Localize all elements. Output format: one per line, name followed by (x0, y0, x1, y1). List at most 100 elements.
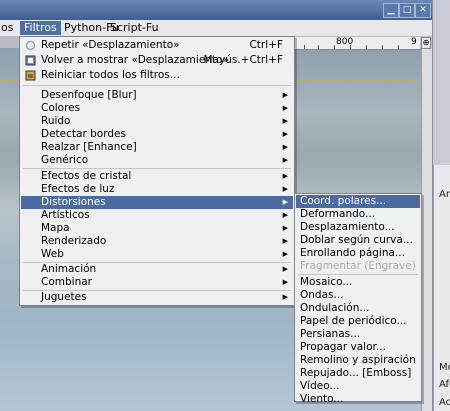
menu-item-label: Volver a mostrar «Desplazamiento» (41, 54, 229, 66)
menu-item-label: Vídeo... (300, 380, 340, 392)
submenu-item-mosaico[interactable]: Mosaico... (296, 276, 420, 289)
menu-item-label: Desenfoque [Blur] (41, 89, 137, 101)
submenu-item-doblar-curva[interactable]: Doblar según curva... (296, 234, 420, 247)
submenu-arrow-icon: ▶ (282, 156, 288, 164)
menu-item-mapa[interactable]: Mapa ▶ (21, 222, 293, 235)
menu-item-label: Propagar valor... (300, 341, 386, 353)
horizontal-ruler: 800 9 (292, 37, 420, 50)
navigate-button[interactable]: ⊕ (421, 37, 431, 49)
submenu-item-repujado[interactable]: Repujado... [Emboss] (296, 367, 420, 380)
menu-item-label: Efectos de cristal (41, 170, 132, 182)
menu-item-label: Persianas... (300, 328, 361, 340)
right-panel-label: Ac (439, 397, 450, 408)
submenu-item-remolino[interactable]: Remolino y aspiración (296, 354, 420, 367)
submenu-arrow-icon: ▶ (282, 104, 288, 112)
menu-item-renderizado[interactable]: Renderizado ▶ (21, 235, 293, 248)
submenu-item-papel-periodico[interactable]: Papel de periódico... (296, 315, 420, 328)
menu-item-label: Animación (41, 263, 97, 275)
submenu-item-propagar-valor[interactable]: Propagar valor... (296, 341, 420, 354)
reset-icon (25, 70, 36, 81)
menu-item-label: Repetir «Desplazamiento» (41, 39, 180, 51)
menu-item-label: Renderizado (41, 235, 107, 247)
menu-item-desenfoque[interactable]: Desenfoque [Blur] ▶ (21, 89, 293, 102)
menu-item-web[interactable]: Web ▶ (21, 248, 293, 261)
submenu-item-viento[interactable]: Viento... (296, 393, 420, 405)
menu-item-label: Efectos de luz (41, 183, 115, 195)
submenu-arrow-icon: ▶ (282, 117, 288, 125)
menu-item-artisticos[interactable]: Artísticos ▶ (21, 209, 293, 222)
ruler-tick (366, 45, 367, 49)
maximize-button[interactable]: □ (399, 3, 415, 18)
menu-item-animacion[interactable]: Animación ▶ (21, 263, 293, 276)
menu-item-label: Enrollando página... (300, 247, 405, 259)
menu-item-repetir[interactable]: Repetir «Desplazamiento» Ctrl+F (21, 39, 293, 52)
menu-item-distorsiones[interactable]: Distorsiones ▶ (21, 196, 293, 209)
menu-item-generico[interactable]: Genérico ▶ (21, 154, 293, 167)
menu-item-label: Coord. polares... (300, 195, 387, 207)
menu-item-label: Desplazamiento... (300, 221, 395, 233)
menu-item-label: Ruido (41, 115, 71, 127)
filtros-menu: Repetir «Desplazamiento» Ctrl+F Volver a… (19, 36, 295, 306)
menu-fragment[interactable]: os (0, 21, 17, 35)
menu-item-label: Detectar bordes (41, 128, 126, 140)
menu-item-label: Deformando... (300, 208, 376, 220)
submenu-arrow-icon: ▶ (282, 143, 288, 151)
right-panel-label: Mov (439, 362, 450, 373)
submenu-arrow-icon: ▶ (282, 224, 288, 232)
submenu-item-coord-polares[interactable]: Coord. polares... (296, 195, 420, 208)
menu-item-label: Reiniciar todos los filtros... (41, 69, 180, 81)
menu-item-volver-mostrar[interactable]: Volver a mostrar «Desplazamiento» Mayús.… (21, 54, 293, 67)
submenu-item-deformando[interactable]: Deformando... (296, 208, 420, 221)
submenu-item-ondas[interactable]: Ondas... (296, 289, 420, 302)
menu-filtros[interactable]: Filtros (20, 21, 61, 35)
right-dock-panel: Ar Mov Afe Ac (433, 165, 450, 411)
menu-item-detectar-bordes[interactable]: Detectar bordes ▶ (21, 128, 293, 141)
menu-item-efectos-luz[interactable]: Efectos de luz ▶ (21, 183, 293, 196)
submenu-arrow-icon: ▶ (282, 185, 288, 193)
menu-item-juguetes[interactable]: Juguetes ▶ (21, 291, 293, 304)
minimize-button[interactable]: ▁ (383, 3, 399, 18)
ruler-tick (304, 45, 305, 49)
submenu-arrow-icon: ▶ (282, 293, 288, 301)
menu-item-label: Artísticos (41, 209, 90, 221)
submenu-item-persianas[interactable]: Persianas... (296, 328, 420, 341)
menu-item-label: Colores (41, 102, 81, 114)
menu-item-label: Juguetes (41, 291, 87, 303)
close-button[interactable]: ✕ (415, 3, 431, 18)
menu-item-reiniciar[interactable]: Reiniciar todos los filtros... (21, 69, 293, 82)
repeat-icon (25, 40, 36, 51)
menu-item-label: Repujado... [Emboss] (300, 367, 412, 379)
right-panel-label: Ar (439, 189, 450, 200)
menu-item-label: Mapa (41, 222, 70, 234)
menu-item-label: Ondas... (300, 289, 344, 301)
menu-item-label: Realzar [Enhance] (41, 141, 137, 153)
image-menubar: os Filtros Python-Fu Script-Fu (0, 20, 432, 37)
submenu-item-video[interactable]: Vídeo... (296, 380, 420, 393)
submenu-arrow-icon: ▶ (282, 172, 288, 180)
ruler-tick (350, 45, 351, 49)
menu-item-colores[interactable]: Colores ▶ (21, 102, 293, 115)
menu-item-ruido[interactable]: Ruido ▶ (21, 115, 293, 128)
submenu-item-fragmentar: Fragmentar (Engrave) (296, 260, 420, 273)
ruler-tick (334, 45, 335, 49)
submenu-item-enrollando-pagina[interactable]: Enrollando página... (296, 247, 420, 260)
menu-item-label: Combinar (41, 276, 92, 288)
menu-item-label: Viento... (300, 393, 344, 405)
reshow-icon (25, 55, 36, 66)
menu-item-combinar[interactable]: Combinar ▶ (21, 276, 293, 289)
submenu-arrow-icon: ▶ (282, 198, 288, 206)
submenu-item-ondulacion[interactable]: Ondulación... (296, 302, 420, 315)
vertical-scrollbar[interactable] (421, 49, 432, 411)
menu-item-efectos-cristal[interactable]: Efectos de cristal ▶ (21, 170, 293, 183)
submenu-item-desplazamiento[interactable]: Desplazamiento... (296, 221, 420, 234)
menu-separator (23, 85, 291, 86)
menu-item-label: Ondulación... (300, 302, 370, 314)
menu-item-realzar[interactable]: Realzar [Enhance] ▶ (21, 141, 293, 154)
menu-item-label: Genérico (41, 154, 89, 166)
window-titlebar: ▁ □ ✕ (0, 0, 432, 20)
ruler-label: 9 (411, 37, 417, 47)
menu-item-label: Doblar según curva... (300, 234, 413, 246)
menu-item-label: Distorsiones (41, 196, 106, 208)
menu-script-fu[interactable]: Script-Fu (106, 21, 163, 35)
ruler-tick (382, 45, 383, 49)
